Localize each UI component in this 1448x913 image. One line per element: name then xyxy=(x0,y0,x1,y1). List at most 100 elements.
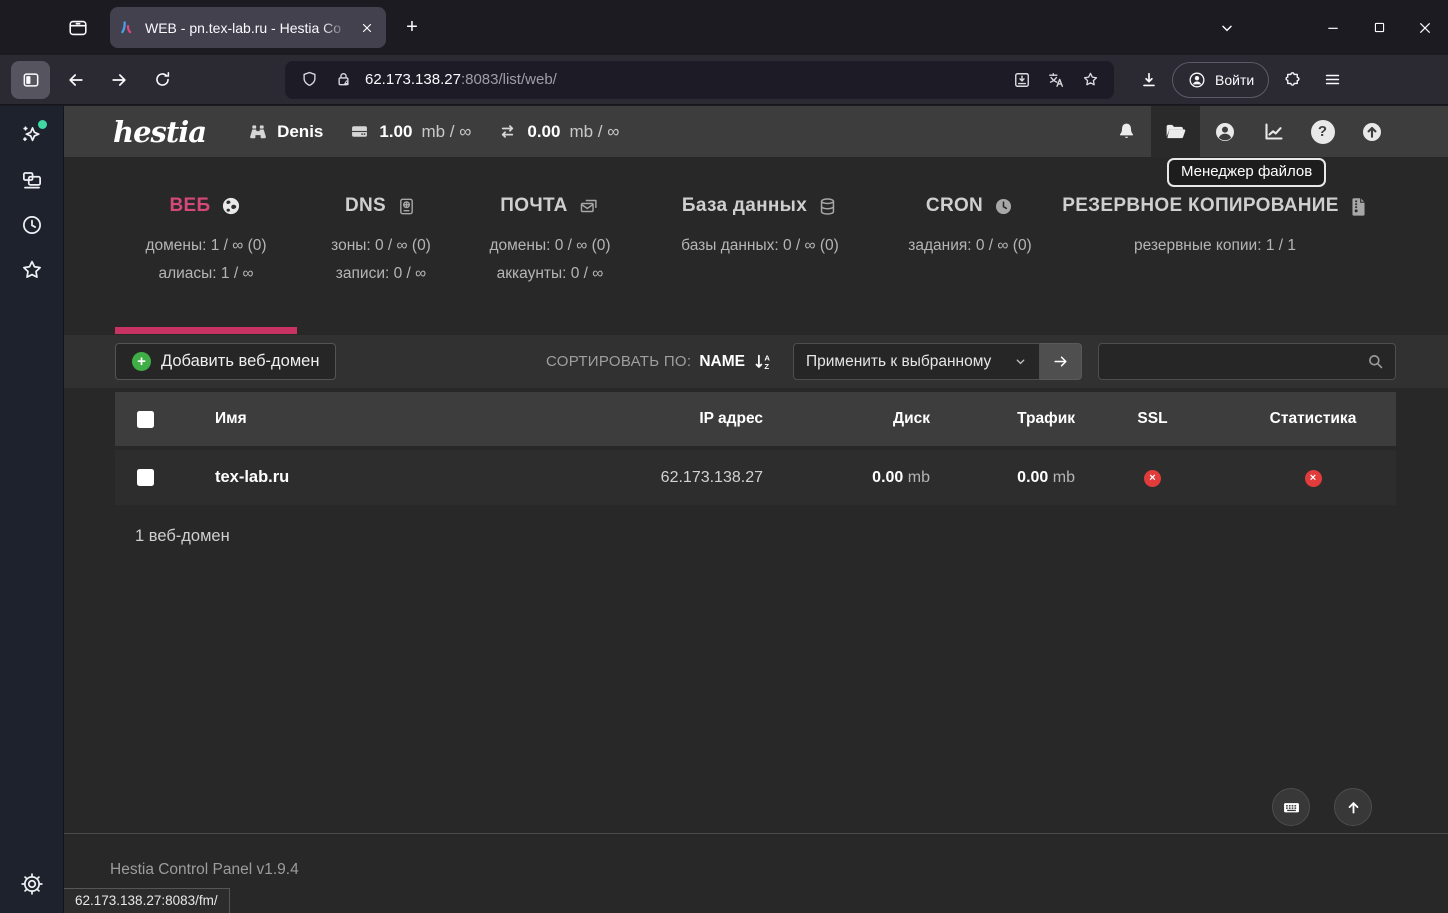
firefox-sidebar xyxy=(0,106,64,913)
url-bar[interactable]: 62.173.138.27:8083/list/web/ xyxy=(285,61,1114,99)
add-web-domain-button[interactable]: + Добавить веб-домен xyxy=(115,343,336,380)
tab-database-stat1: базы данных: 0 / ∞ (0) xyxy=(635,232,885,260)
window-close-button[interactable] xyxy=(1402,8,1448,48)
traffic-value: 0.00 xyxy=(527,122,560,142)
table-row[interactable]: tex-lab.ru 62.173.138.27 0.00 mb 0.00 mb… xyxy=(115,450,1396,505)
logout-up-arrow-icon[interactable] xyxy=(1347,106,1396,157)
tab-dns-stat1: зоны: 0 / ∞ (0) xyxy=(297,232,465,260)
synced-tabs-icon[interactable] xyxy=(15,163,49,197)
tab-mail-label: ПОЧТА xyxy=(500,195,567,217)
database-icon xyxy=(817,196,838,217)
lock-warning-icon[interactable] xyxy=(331,68,355,92)
help-question-icon[interactable]: ? xyxy=(1298,106,1347,157)
tab-close-icon[interactable] xyxy=(357,18,377,38)
bulk-action-select[interactable]: Применить к выбранному xyxy=(793,343,1040,380)
notification-dot xyxy=(38,120,47,129)
extensions-icon[interactable] xyxy=(1275,63,1309,97)
search-icon[interactable] xyxy=(1355,344,1395,379)
menu-icon[interactable] xyxy=(1315,63,1349,97)
status-link-preview: 62.173.138.27:8083/fm/ xyxy=(64,888,230,913)
file-manager-tooltip: Менеджер файлов xyxy=(1167,158,1326,187)
tab-web[interactable]: ВЕБ домены: 1 / ∞ (0)алиасы: 1 / ∞ xyxy=(115,195,297,335)
disk-suffix: mb / ∞ xyxy=(421,122,471,142)
toolbar-right: Войти xyxy=(1132,62,1349,98)
translate-icon[interactable] xyxy=(1044,68,1068,92)
hestia-page: hestia Denis 1.00 mb / ∞ xyxy=(64,106,1448,913)
signin-button[interactable]: Войти xyxy=(1172,62,1269,98)
domain-name[interactable]: tex-lab.ru xyxy=(163,468,563,487)
sort-control[interactable]: СОРТИРОВАТЬ ПО: NAME AZ xyxy=(546,352,773,371)
add-web-domain-label: Добавить веб-домен xyxy=(161,352,319,371)
col-name[interactable]: Имя xyxy=(163,410,563,428)
col-stats[interactable]: Статистика xyxy=(1230,410,1396,428)
sidebar-settings-gear-icon[interactable] xyxy=(15,867,49,901)
save-page-icon[interactable] xyxy=(1010,68,1034,92)
header-icon-bar: ? xyxy=(1102,106,1396,157)
traffic-stat: 0.00 mb / ∞ xyxy=(497,121,619,142)
sidebar-toggle-icon[interactable] xyxy=(11,61,50,99)
notifications-bell-icon[interactable] xyxy=(1102,106,1151,157)
shortcuts-keyboard-icon[interactable] xyxy=(1272,788,1310,826)
sort-arrow-az-icon: AZ xyxy=(753,352,773,371)
tab-cron-stat1: задания: 0 / ∞ (0) xyxy=(885,232,1055,260)
col-ssl[interactable]: SSL xyxy=(1075,410,1230,428)
tab-mail[interactable]: ПОЧТА домены: 0 / ∞ (0)аккаунты: 0 / ∞ xyxy=(465,195,635,335)
file-archive-icon xyxy=(1349,196,1368,217)
bookmarks-star-icon[interactable] xyxy=(15,253,49,287)
tab-database-label: База данных xyxy=(682,195,807,217)
window-maximize-button[interactable] xyxy=(1356,8,1402,48)
tab-web-stat2: алиасы: 1 / ∞ xyxy=(115,260,297,288)
history-clock-icon[interactable] xyxy=(15,208,49,242)
profile-user-circle-icon[interactable] xyxy=(1200,106,1249,157)
domain-disk: 0.00 mb xyxy=(763,469,930,487)
tab-dns[interactable]: DNS зоны: 0 / ∞ (0)записи: 0 / ∞ xyxy=(297,195,465,335)
sort-value: NAME xyxy=(699,353,745,371)
list-toolbar: + Добавить веб-домен СОРТИРОВАТЬ ПО: NAM… xyxy=(64,335,1448,388)
user-stat: Denis xyxy=(248,122,323,142)
hard-drive-icon xyxy=(349,121,370,142)
new-tab-button[interactable]: + xyxy=(396,12,428,44)
domain-list: Имя IP адрес Диск Трафик SSL Статистика … xyxy=(115,392,1396,546)
col-traffic[interactable]: Трафик xyxy=(930,410,1075,428)
shield-icon[interactable] xyxy=(297,68,321,92)
search-input[interactable] xyxy=(1099,344,1355,379)
hestia-header: hestia Denis 1.00 mb / ∞ xyxy=(64,106,1448,157)
row-checkbox[interactable] xyxy=(137,469,154,486)
downloads-icon[interactable] xyxy=(1132,63,1166,97)
firefox-view-icon[interactable] xyxy=(62,12,94,44)
tab-web-stat1: домены: 1 / ∞ (0) xyxy=(115,232,297,260)
tab-web-label: ВЕБ xyxy=(170,195,211,217)
scroll-to-top-icon[interactable] xyxy=(1334,788,1372,826)
hestia-logo[interactable]: hestia xyxy=(113,115,206,149)
chevron-down-icon xyxy=(1014,355,1027,368)
tab-title: WEB - pn.tex-lab.ru - Hestia Co xyxy=(145,20,349,36)
ssl-off-icon: × xyxy=(1144,470,1161,487)
disk-value: 1.00 xyxy=(379,122,412,142)
globe-icon xyxy=(220,195,242,217)
col-disk[interactable]: Диск xyxy=(763,410,930,428)
browser-tab-bar: WEB - pn.tex-lab.ru - Hestia Co + xyxy=(0,0,1448,55)
svg-text:A: A xyxy=(764,354,770,363)
forward-button[interactable] xyxy=(102,63,136,97)
tab-cron[interactable]: CRON задания: 0 / ∞ (0) xyxy=(885,195,1055,335)
bookmark-star-icon[interactable] xyxy=(1078,68,1102,92)
version-label: Hestia Control Panel v1.9.4 xyxy=(110,861,1448,879)
statistics-chart-icon[interactable] xyxy=(1249,106,1298,157)
file-manager-folder-icon[interactable] xyxy=(1151,106,1200,157)
tab-database[interactable]: База данных базы данных: 0 / ∞ (0) xyxy=(635,195,885,335)
tab-favicon-hestia-icon xyxy=(119,19,137,37)
tab-backup[interactable]: РЕЗЕРВНОЕ КОПИРОВАНИЕ резервные копии: 1… xyxy=(1055,195,1375,335)
domain-traffic: 0.00 mb xyxy=(930,469,1075,487)
tab-backup-label: РЕЗЕРВНОЕ КОПИРОВАНИЕ xyxy=(1062,195,1339,217)
apply-action-button[interactable] xyxy=(1040,343,1082,380)
user-icon xyxy=(248,122,268,142)
browser-tab[interactable]: WEB - pn.tex-lab.ru - Hestia Co xyxy=(110,7,386,48)
tab-list-chevron-icon[interactable] xyxy=(1204,8,1250,48)
reload-button[interactable] xyxy=(145,63,179,97)
tab-backup-stat1: резервные копии: 1 / 1 xyxy=(1055,232,1375,260)
col-ip[interactable]: IP адрес xyxy=(563,410,763,428)
ai-chat-icon[interactable] xyxy=(15,118,49,152)
back-button[interactable] xyxy=(59,63,93,97)
window-minimize-button[interactable] xyxy=(1310,8,1356,48)
select-all-checkbox[interactable] xyxy=(137,411,154,428)
